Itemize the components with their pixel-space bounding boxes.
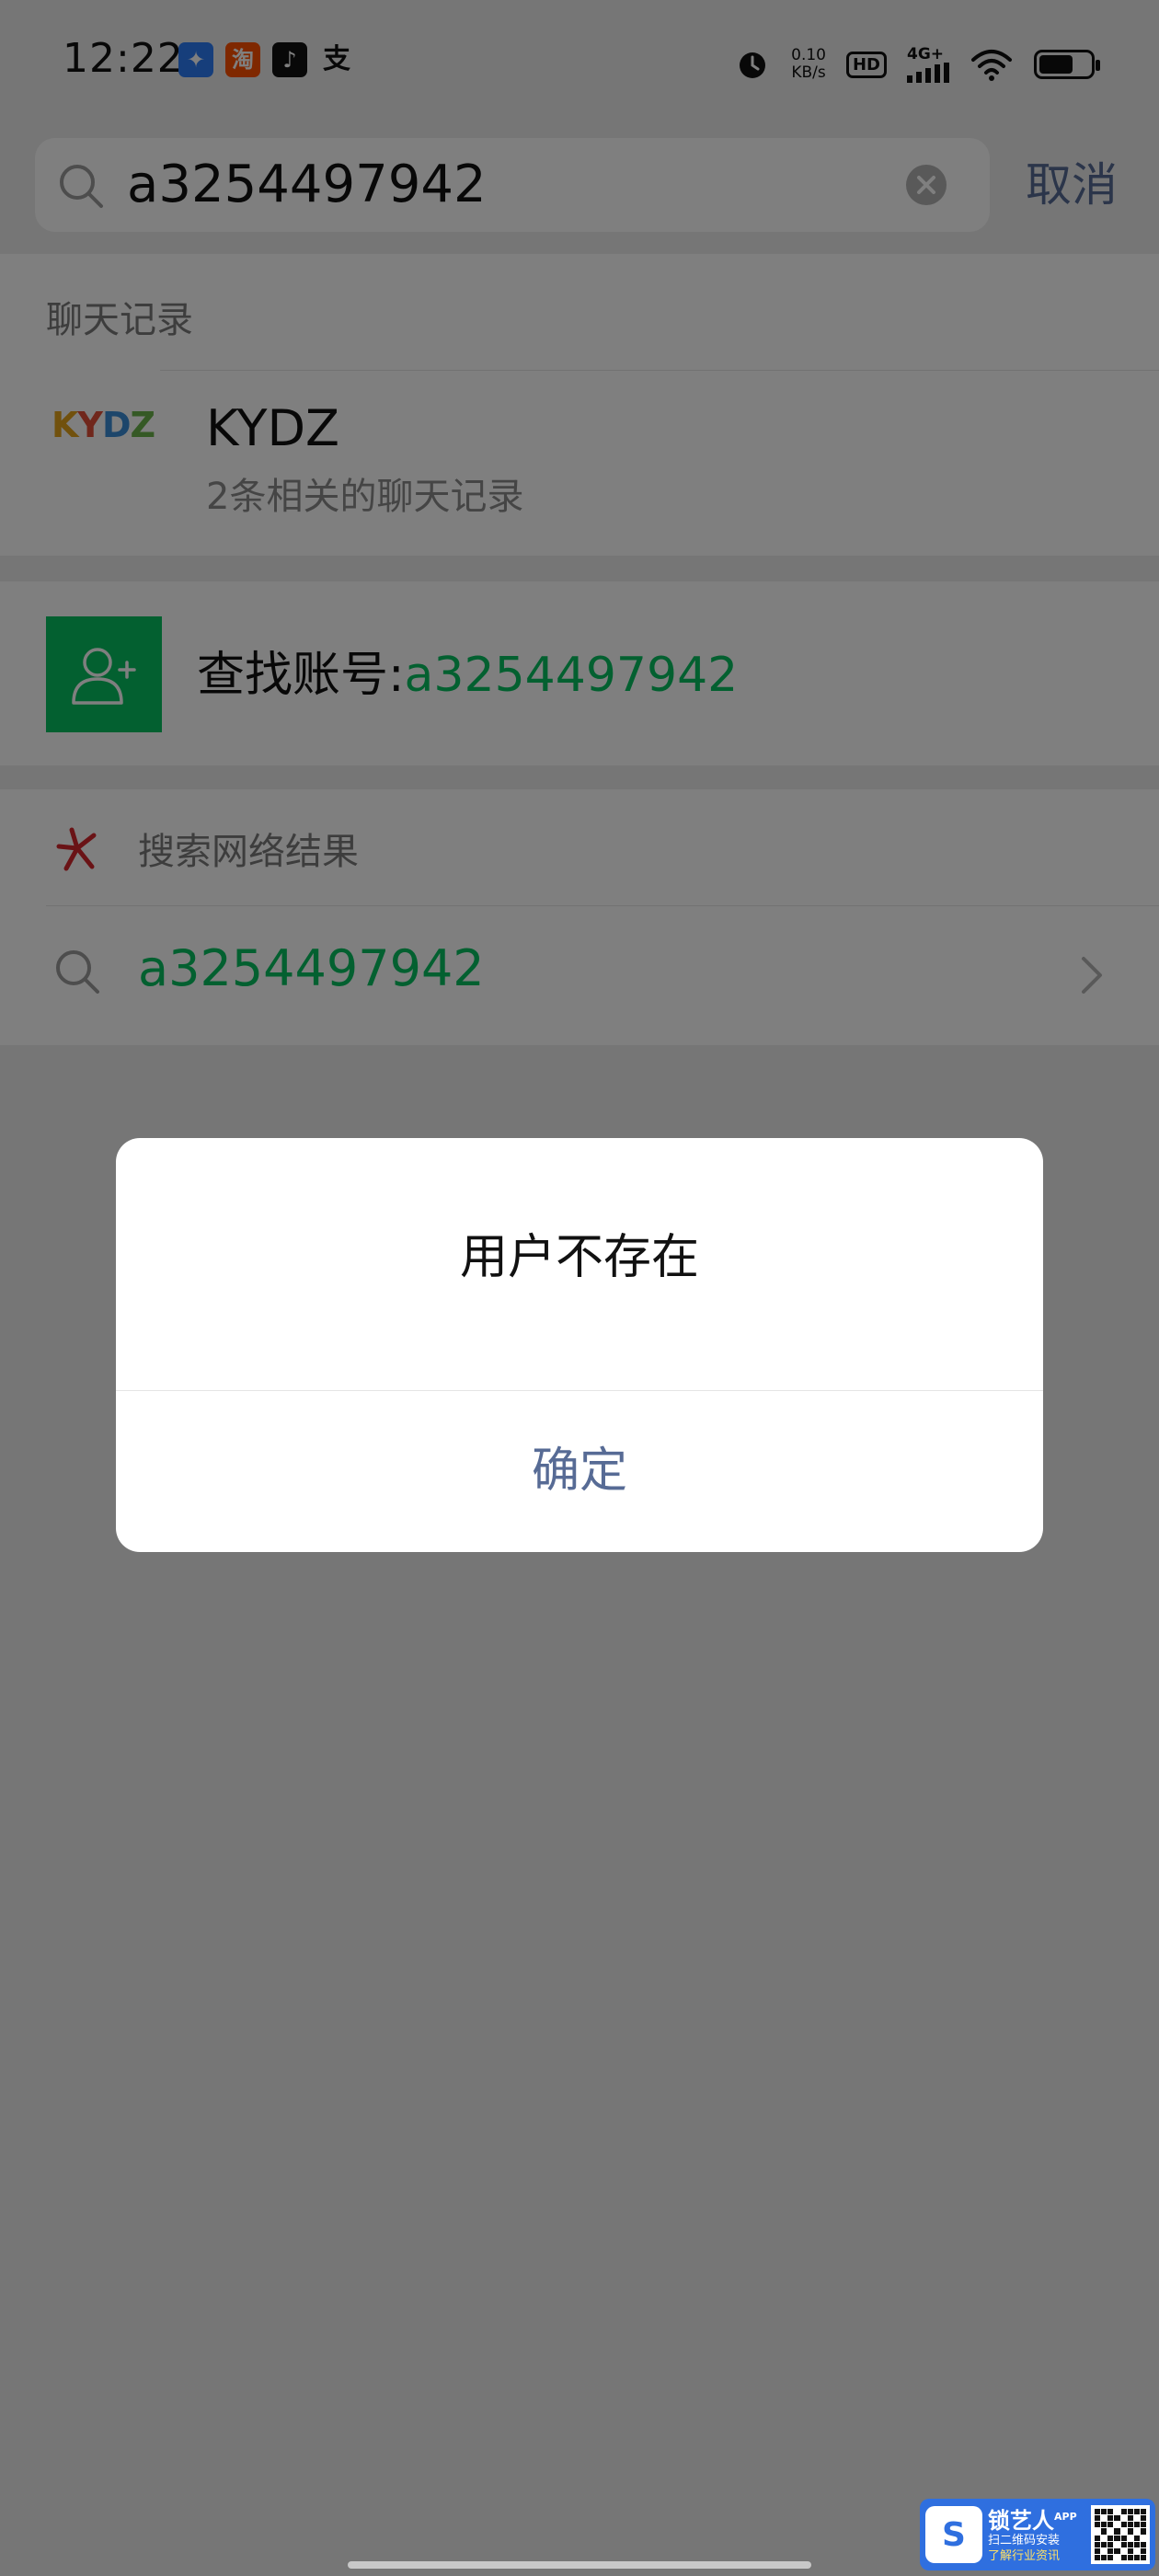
watermark-tag: APP xyxy=(1054,2511,1077,2523)
watermark-line1: 扫二维码安装 xyxy=(988,2534,1061,2547)
home-indicator[interactable] xyxy=(348,2561,811,2569)
watermark-line2: 了解行业资讯 xyxy=(988,2549,1061,2563)
confirm-button[interactable]: 确定 xyxy=(116,1391,1043,1552)
watermark-text: 锁艺人APP 扫二维码安装 了解行业资讯 xyxy=(988,2505,1077,2564)
dialog-message: 用户不存在 xyxy=(459,1230,699,1285)
watermark-name: 锁艺人APP xyxy=(988,2505,1077,2533)
qr-code-icon xyxy=(1091,2505,1150,2564)
watermark-brand: 锁艺人 xyxy=(988,2508,1054,2534)
watermark-badge: S 锁艺人APP 扫二维码安装 了解行业资讯 xyxy=(920,2499,1155,2570)
alert-dialog: 用户不存在 确定 xyxy=(116,1138,1043,1552)
wechat-search-screen: 12:22 ✦ 淘 ♪ 支 0.10 KB/s HD 4G+ xyxy=(0,0,1159,2576)
watermark-logo-icon: S xyxy=(925,2506,982,2563)
